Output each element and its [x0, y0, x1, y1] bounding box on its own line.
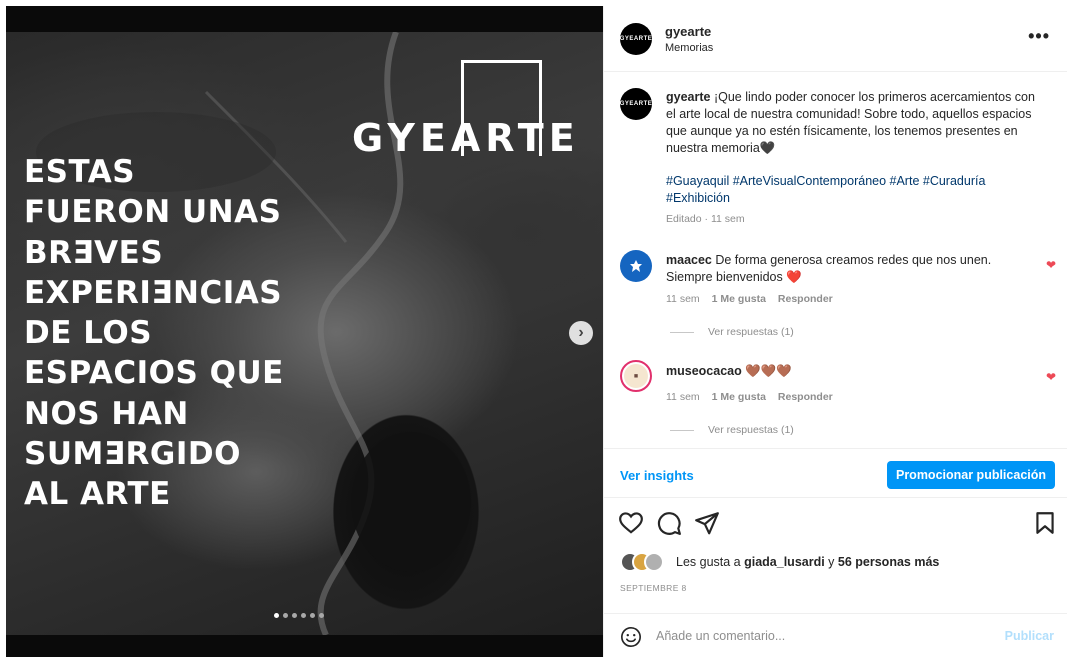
carousel-dot: [292, 613, 297, 618]
promote-post-button[interactable]: Promocionar publicación: [887, 461, 1055, 489]
poster-line: ESTAS: [24, 154, 136, 190]
poster-line: AL ARTE: [24, 476, 171, 513]
bookmark-icon[interactable]: [1032, 510, 1058, 536]
caption-text: gyearte ¡Que lindo poder conocer los pri…: [666, 90, 1035, 155]
liker-avatars[interactable]: [620, 552, 674, 572]
liker-username[interactable]: giada_lusardi: [744, 555, 825, 569]
carousel-dot: [301, 613, 306, 618]
comment-input[interactable]: [656, 625, 986, 647]
avatar[interactable]: GYEARTE: [620, 23, 652, 55]
caption-hashtags[interactable]: #Guayaquil #ArteVisualContemporáneo #Art…: [666, 173, 1036, 207]
heart-icon[interactable]: [618, 510, 644, 536]
post-side-panel: GYEARTE gyearte Memorias ••• GYEARTE gye…: [603, 6, 1067, 657]
likes-others-link[interactable]: 56 personas más: [838, 555, 939, 569]
avatar[interactable]: ■: [620, 360, 652, 392]
comment-time: 11 sem: [666, 293, 700, 305]
view-insights-link[interactable]: Ver insights: [620, 468, 694, 483]
header-location[interactable]: Memorias: [665, 42, 713, 54]
view-replies-button[interactable]: Ver respuestas (1): [670, 326, 794, 338]
caption-meta: Editado · 11 sem: [666, 213, 745, 225]
comment-meta: 11 sem 1 Me gusta Responder: [666, 293, 833, 305]
share-icon[interactable]: [694, 510, 720, 536]
chevron-right-icon: ›: [578, 324, 584, 341]
post-date: SEPTIEMBRE 8: [620, 583, 687, 593]
comment-icon[interactable]: [656, 510, 682, 536]
comment-likes[interactable]: 1 Me gusta: [712, 293, 766, 305]
avatar: [644, 552, 664, 572]
carousel-indicator: [274, 613, 324, 618]
heart-icon[interactable]: ❤: [1046, 258, 1058, 272]
post-media[interactable]: GYEARTE ESTAS FUERON UNAS BRƎVES EXPERIƎ…: [6, 6, 603, 657]
comment-time: 11 sem: [666, 391, 700, 403]
comment-text: museocacao 🤎🤎🤎: [666, 364, 792, 378]
action-bar: [604, 510, 1067, 540]
add-comment-bar: Publicar: [604, 613, 1067, 657]
comment-username[interactable]: museocacao: [666, 364, 742, 378]
view-replies-button[interactable]: Ver respuestas (1): [670, 424, 794, 436]
header-username[interactable]: gyearte: [665, 24, 711, 39]
comment-username[interactable]: maacec: [666, 253, 712, 267]
comment-text: maacec De forma generosa creamos redes q…: [666, 253, 992, 284]
museocacao-logo-icon: ■: [624, 364, 648, 388]
carousel-next-button[interactable]: ›: [569, 321, 593, 345]
comment-meta: 11 sem 1 Me gusta Responder: [666, 391, 833, 403]
avatar[interactable]: [620, 250, 652, 282]
carousel-dot: [283, 613, 288, 618]
poster-line: BRƎVES: [24, 234, 164, 271]
divider: [670, 331, 694, 333]
comment-likes[interactable]: 1 Me gusta: [712, 391, 766, 403]
brand-logo: GYEARTE: [352, 116, 580, 160]
carousel-dot: [310, 613, 315, 618]
poster-line: DE LOS: [24, 315, 153, 352]
maacec-logo-icon: [630, 260, 642, 272]
carousel-dot: [319, 613, 324, 618]
caption-username[interactable]: gyearte: [666, 90, 710, 104]
more-options-icon[interactable]: •••: [1028, 26, 1050, 47]
divider: [670, 429, 694, 431]
likes-text: Les gusta a giada_lusardi y 56 personas …: [676, 555, 940, 569]
carousel-dot: [274, 613, 279, 618]
publish-button[interactable]: Publicar: [1005, 629, 1054, 643]
heart-icon[interactable]: ❤: [1046, 370, 1058, 384]
likes-summary: Les gusta a giada_lusardi y 56 personas …: [620, 552, 939, 572]
post-header: GYEARTE gyearte Memorias •••: [604, 6, 1067, 72]
poster-line: EXPERIƎNCIAS: [24, 274, 283, 311]
reply-button[interactable]: Responder: [778, 391, 833, 403]
avatar[interactable]: GYEARTE: [620, 88, 652, 120]
insights-bar: Ver insights Promocionar publicación: [604, 448, 1067, 498]
poster-text: ESTAS FUERON UNAS BRƎVES EXPERIƎNCIAS DE…: [24, 152, 284, 515]
reply-button[interactable]: Responder: [778, 293, 833, 305]
poster-line: ESPACIOS QUE: [24, 355, 284, 392]
poster-line: FUERON UNAS: [24, 194, 282, 231]
poster-line: SUMƎRGIDO: [24, 436, 241, 473]
emoji-icon[interactable]: [620, 626, 642, 648]
poster-line: NOS HAN: [24, 395, 189, 432]
